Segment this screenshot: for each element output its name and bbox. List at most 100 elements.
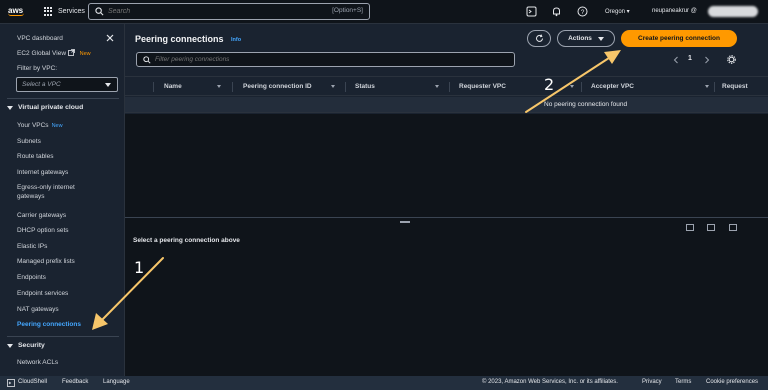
aws-logo[interactable]: aws xyxy=(8,7,34,16)
column-divider xyxy=(153,82,154,92)
filter-by-vpc-label: Filter by VPC: xyxy=(17,65,58,72)
annotation-step-2: 2 xyxy=(544,75,555,94)
grid-icon xyxy=(44,7,53,16)
footer-cloudshell[interactable]: CloudShell xyxy=(18,379,47,385)
section-security-label: Security xyxy=(18,342,45,349)
info-link[interactable]: Info xyxy=(231,37,241,43)
sidebar-item-ec2-global-view[interactable]: EC2 Global View New xyxy=(17,49,117,59)
sidebar-divider xyxy=(7,336,119,337)
empty-message: No peering connection found xyxy=(544,101,628,108)
page-title: Peering connections xyxy=(135,34,224,44)
section-virtual-private-cloud[interactable]: Virtual private cloud xyxy=(7,104,83,111)
sort-icon[interactable] xyxy=(705,85,709,88)
sidebar-item-network-acls[interactable]: Network ACLs xyxy=(17,358,117,367)
redacted-account-id xyxy=(708,6,758,17)
sidebar-item-route-tables[interactable]: Route tables xyxy=(17,152,117,161)
sidebar-item-managed-prefix-lists[interactable]: Managed prefix lists xyxy=(17,257,117,266)
details-prompt: Select a peering connection above xyxy=(133,237,240,244)
search-icon xyxy=(143,55,151,64)
sort-icon[interactable] xyxy=(331,85,335,88)
column-divider xyxy=(581,82,582,92)
column-header-peering-id[interactable]: Peering connection ID xyxy=(243,83,312,90)
chevron-down-icon xyxy=(105,83,111,87)
cloudshell-icon[interactable] xyxy=(7,379,15,387)
refresh-icon xyxy=(535,34,543,42)
global-search-box[interactable]: [Option+S] xyxy=(88,3,370,20)
top-navigation-bar: aws Services [Option+S] ? Oregon ▾ neupa… xyxy=(0,0,768,24)
footer-copyright: © 2023, Amazon Web Services, Inc. or its… xyxy=(482,379,618,385)
actions-button[interactable]: Actions xyxy=(557,30,615,47)
cloudshell-icon[interactable] xyxy=(526,6,537,17)
caret-down-icon xyxy=(7,343,13,348)
sidebar-item-internet-gateways[interactable]: Internet gateways xyxy=(17,168,117,177)
sort-icon[interactable] xyxy=(217,85,221,88)
table-header: Name Peering connection ID Status Reques… xyxy=(125,76,768,96)
search-shortcut: [Option+S] xyxy=(332,7,363,14)
caret-down-icon xyxy=(7,105,13,110)
chevron-right-icon[interactable] xyxy=(704,56,710,64)
footer-language[interactable]: Language xyxy=(103,379,130,385)
sidebar-divider xyxy=(7,98,119,99)
section-security[interactable]: Security xyxy=(7,342,45,349)
column-divider xyxy=(232,82,233,92)
svg-text:?: ? xyxy=(581,9,585,16)
column-header-requester[interactable]: Request xyxy=(722,83,748,90)
sidebar-item-label: Your VPCs xyxy=(17,122,49,129)
new-badge: New xyxy=(79,51,91,57)
column-divider xyxy=(345,82,346,92)
refresh-button[interactable] xyxy=(527,30,551,47)
sidebar-item-endpoint-services[interactable]: Endpoint services xyxy=(17,289,117,298)
chevron-left-icon[interactable] xyxy=(673,56,679,64)
bell-icon[interactable] xyxy=(551,6,562,17)
column-header-accepter-vpc[interactable]: Accepter VPC xyxy=(591,83,634,90)
external-link-icon xyxy=(67,49,75,56)
column-header-status[interactable]: Status xyxy=(355,83,375,90)
close-icon[interactable] xyxy=(106,34,114,42)
page-number[interactable]: 1 xyxy=(688,55,692,62)
split-close-icon[interactable] xyxy=(729,224,737,231)
actions-label: Actions xyxy=(568,35,592,42)
vpc-filter-select[interactable]: Select a VPC xyxy=(16,77,118,92)
footer-feedback[interactable]: Feedback xyxy=(62,379,88,385)
footer-privacy[interactable]: Privacy xyxy=(642,379,662,385)
footer-terms[interactable]: Terms xyxy=(675,379,691,385)
sidebar-item-peering-connections[interactable]: Peering connections xyxy=(17,320,117,329)
global-search-input[interactable] xyxy=(108,8,308,15)
services-label: Services xyxy=(58,8,85,15)
sidebar-item-nat-gateways[interactable]: NAT gateways xyxy=(17,305,117,314)
search-icon xyxy=(95,7,104,16)
sidebar-item-your-vpcs[interactable]: Your VPCs New xyxy=(17,121,117,131)
footer: CloudShell Feedback Language © 2023, Ama… xyxy=(0,376,768,390)
details-split-panel: Select a peering connection above xyxy=(125,217,768,376)
sidebar-item-elastic-ips[interactable]: Elastic IPs xyxy=(17,242,117,251)
aws-logo-text: aws xyxy=(8,6,24,15)
sidebar-item-dhcp-option-sets[interactable]: DHCP option sets xyxy=(17,226,117,235)
account-menu[interactable]: neupaneakrur @ xyxy=(652,8,697,14)
filter-box[interactable] xyxy=(136,52,515,67)
column-header-name[interactable]: Name xyxy=(164,83,182,90)
gear-icon[interactable] xyxy=(727,55,736,64)
annotation-step-1: 1 xyxy=(134,258,145,277)
sidebar-item-egress-only-internet-gateways[interactable]: Egress-only internet gateways xyxy=(17,183,97,201)
footer-cookie-preferences[interactable]: Cookie preferences xyxy=(706,379,758,385)
split-side-icon[interactable] xyxy=(707,224,715,231)
sort-icon[interactable] xyxy=(570,85,574,88)
sidebar-item-endpoints[interactable]: Endpoints xyxy=(17,273,117,282)
sort-icon[interactable] xyxy=(435,85,439,88)
help-icon[interactable]: ? xyxy=(577,6,588,17)
filter-input[interactable] xyxy=(155,56,455,63)
new-badge: New xyxy=(51,123,63,129)
column-divider xyxy=(449,82,450,92)
region-selector[interactable]: Oregon ▾ xyxy=(605,8,630,15)
split-bottom-icon[interactable] xyxy=(686,224,694,231)
create-peering-connection-button[interactable]: Create peering connection xyxy=(621,30,737,47)
caret-down-icon xyxy=(597,36,604,41)
sidebar-item-carrier-gateways[interactable]: Carrier gateways xyxy=(17,211,117,220)
sidebar-item-subnets[interactable]: Subnets xyxy=(17,137,117,146)
resize-handle[interactable] xyxy=(400,221,410,223)
column-header-requester-vpc[interactable]: Requester VPC xyxy=(459,83,506,90)
ec2-global-view-label: EC2 Global View xyxy=(17,50,67,57)
services-menu[interactable]: Services xyxy=(44,7,85,16)
column-divider xyxy=(714,82,715,92)
sidebar-item-vpc-dashboard[interactable]: VPC dashboard xyxy=(17,34,117,43)
